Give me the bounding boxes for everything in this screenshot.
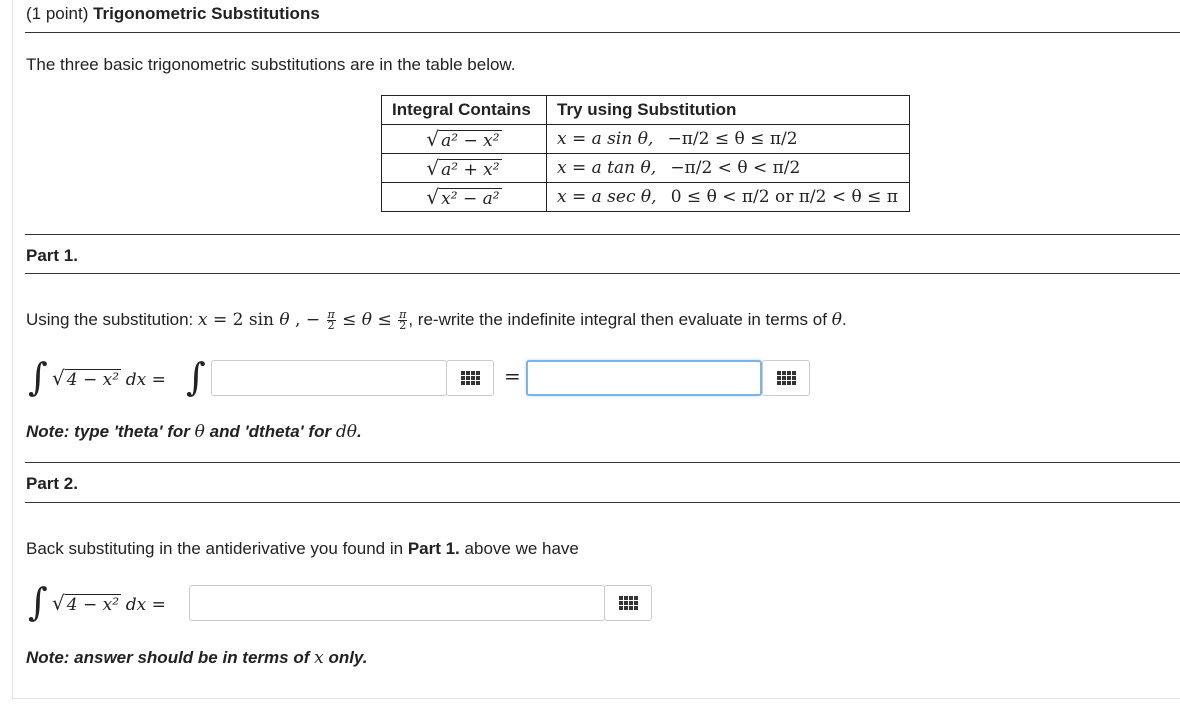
table-row: √ a² − x² x = a sin θ, −π/2 ≤ θ ≤ π/2 [381,124,910,154]
table-header-row: Integral Contains Try using Substitution [381,95,910,125]
part2-top-divider [25,462,1180,463]
part2-note: Note: answer should be in terms of x onl… [26,648,368,668]
radicand: a² + x² [439,159,502,180]
table-cell-substitution: x = a tan θ, −π/2 < θ < π/2 [546,153,910,183]
substitution-math: x [198,310,208,330]
substitution-range: −π/2 ≤ θ ≤ π/2 [667,129,798,149]
table-header-substitution: Try using Substitution [546,95,910,125]
problem-title: Trigonometric Substitutions [93,4,320,23]
keypad-grid-icon[interactable] [762,360,810,396]
table-cell-substitution: x = a sec θ, 0 ≤ θ < π/2 or π/2 < θ ≤ π [546,182,910,212]
integral-sign-icon: ∫ [28,355,48,399]
equals-sign: = [504,364,521,388]
substitution-expr: x = a sin θ, [557,129,654,149]
keypad-grid-icon[interactable] [446,360,494,396]
part1-result-input[interactable] [526,360,762,396]
integral-sign-icon: ∫ [28,580,48,624]
part2-prompt-bold: Part 1. [407,539,460,558]
table-header-contains: Integral Contains [381,95,547,125]
part1-prompt-b: , re-write the indefinite integral then … [408,310,827,329]
table-cell-contains: √ a² + x² [381,153,547,183]
radicand: a² − x² [439,130,502,151]
part1-label: Part 1. [26,246,78,265]
part2-answer-input[interactable] [189,585,605,621]
part1-prompt: Using the substitution: x = 2 sin θ , − … [26,308,847,333]
part1-prompt-a: Using the substitution: [26,310,194,329]
part1-integral-input[interactable] [211,360,447,396]
part1-top-divider [25,234,1180,235]
substitution-expr: x = a sec θ, [557,187,657,207]
part1-note: Note: type 'theta' for θ and 'dtheta' fo… [26,422,362,442]
table-row: √ a² + x² x = a tan θ, −π/2 < θ < π/2 [381,153,910,183]
part2-label: Part 2. [26,474,78,493]
part1-integrand: √ 4 − x² dx = [52,366,166,390]
part1-bottom-divider [25,273,1180,274]
part2-integrand: √ 4 − x² dx = [52,591,166,615]
part2-bottom-divider [25,502,1180,503]
substitution-expr: x = a tan θ, [557,158,657,178]
substitution-range: 0 ≤ θ < π/2 or π/2 < θ ≤ π [670,187,898,207]
radicand: x² − a² [439,188,502,209]
keypad-grid-icon[interactable] [604,585,652,621]
table-row: √ x² − a² x = a sec θ, 0 ≤ θ < π/2 or π/2… [381,182,910,212]
points-label: (1 point) [26,4,89,23]
part2-prompt: Back substituting in the antiderivative … [26,539,579,558]
substitution-table: Integral Contains Try using Substitution… [381,95,910,212]
problem-header: (1 point) Trigonometric Substitutions [26,4,320,24]
table-cell-contains: √ a² − x² [381,124,547,154]
substitution-range: −π/2 < θ < π/2 [670,158,801,178]
integral-sign-icon: ∫ [186,355,206,399]
intro-text: The three basic trigonometric substituti… [26,55,516,74]
header-divider [25,32,1180,33]
table-cell-contains: √ x² − a² [381,182,547,212]
table-cell-substitution: x = a sin θ, −π/2 ≤ θ ≤ π/2 [546,124,910,154]
